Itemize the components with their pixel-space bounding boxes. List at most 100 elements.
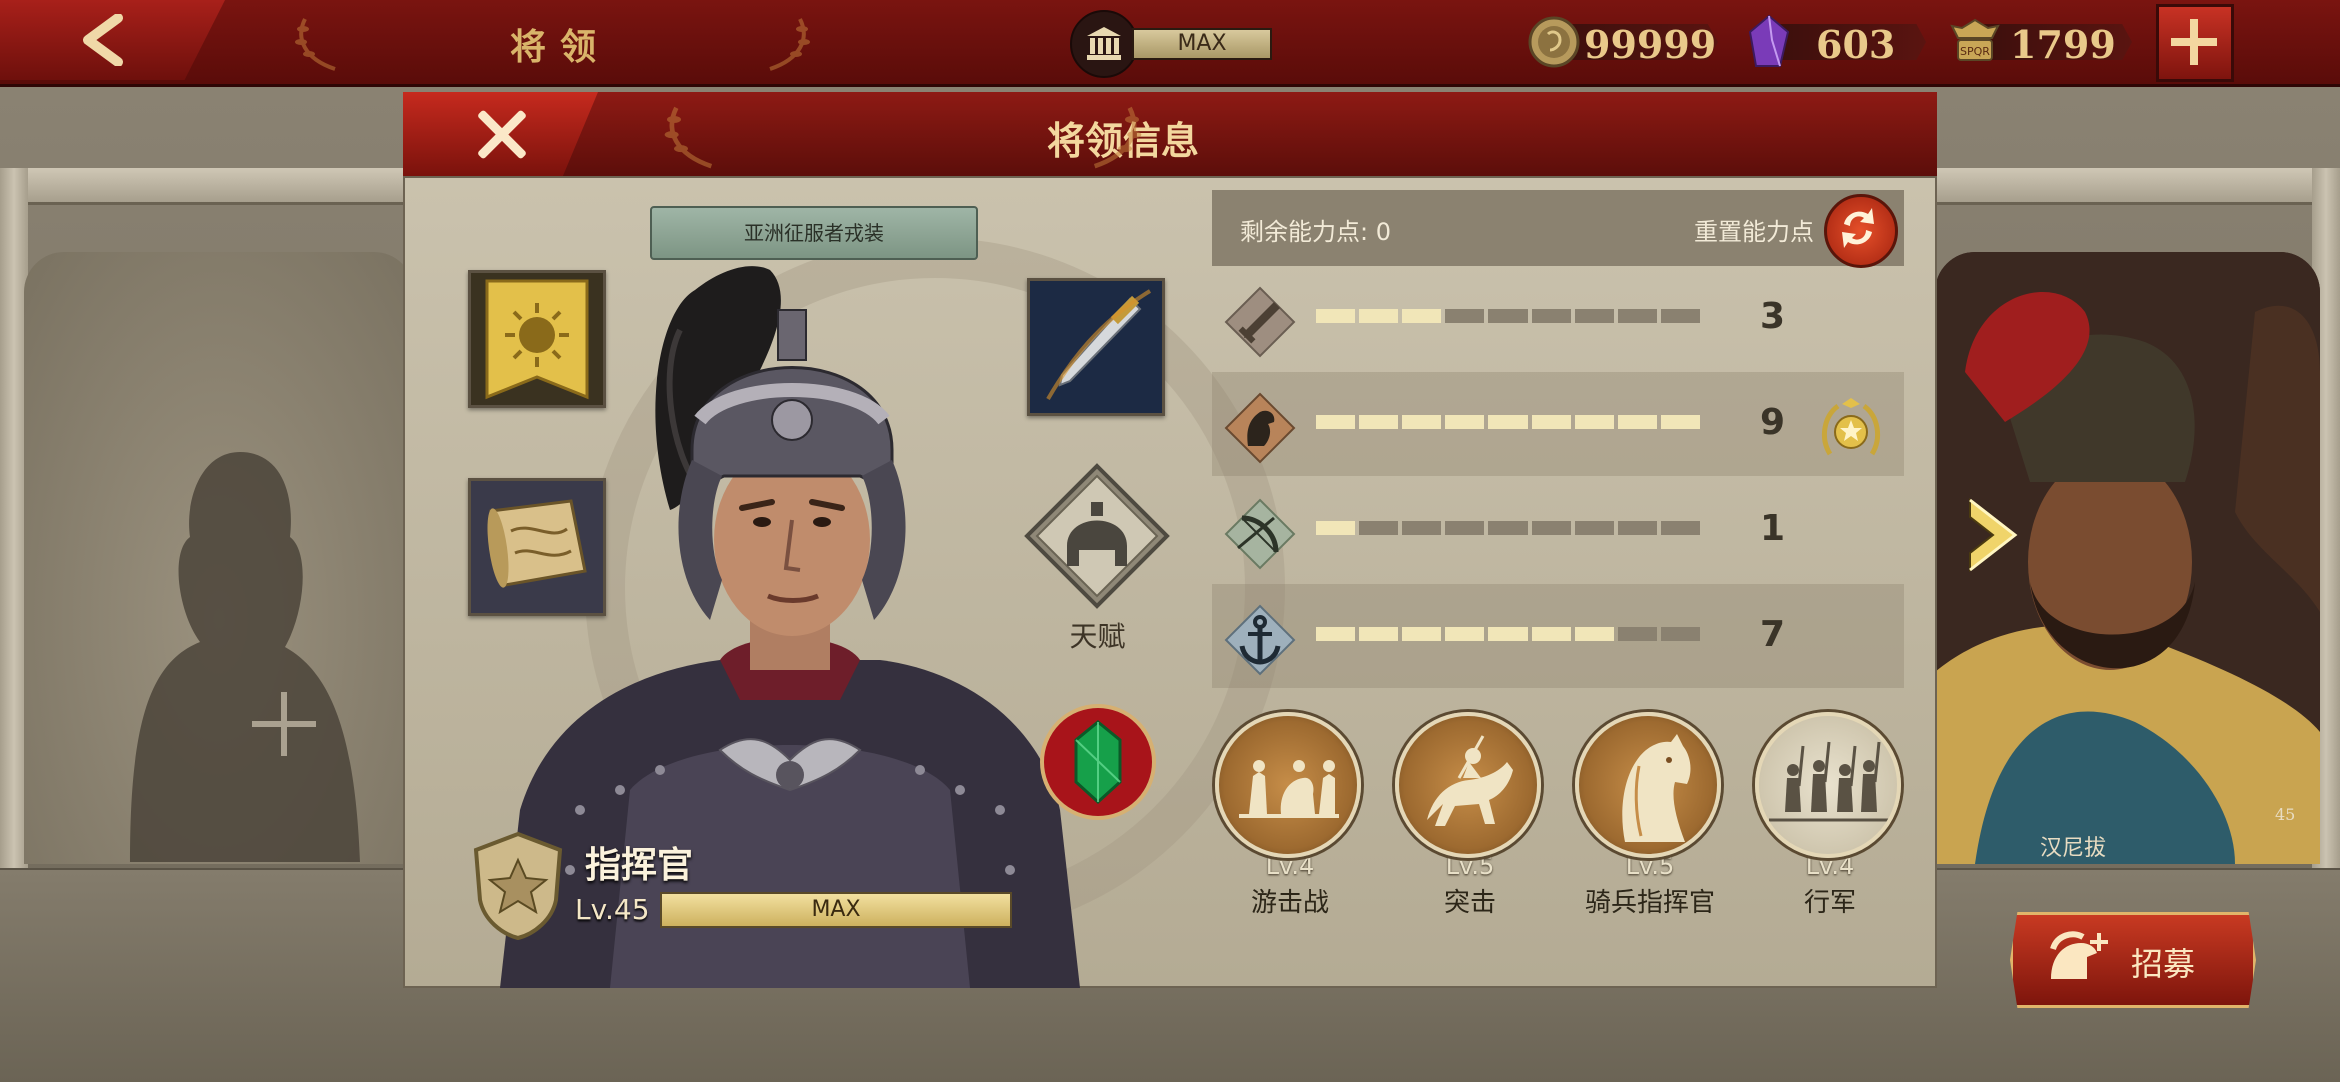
stat-value: 1 — [1760, 508, 1786, 549]
skill-name: 行军 — [1803, 888, 1856, 918]
skill-icon — [1755, 712, 1901, 858]
stat-segment — [1574, 627, 1614, 641]
skill-icon — [1575, 712, 1721, 858]
laurel-left-icon — [295, 18, 336, 71]
stat-segment — [1402, 415, 1442, 429]
right-hero-level: 45 — [2275, 805, 2296, 824]
skill-guerrilla[interactable]: Lv.4 游击战 — [1215, 712, 1365, 919]
stat-segment — [1445, 627, 1485, 641]
anchor-icon — [1224, 604, 1296, 676]
commander-level: Lv.45 — [575, 893, 650, 926]
stat-segment — [1359, 627, 1399, 641]
stat-segment — [1488, 521, 1528, 535]
gold-coin-icon — [1528, 16, 1580, 68]
laurel-right-icon — [1093, 106, 1142, 169]
general-card-hannibal[interactable]: 汉尼拔 45 — [1935, 252, 2320, 864]
purple-gem-icon — [1748, 14, 1790, 67]
rank-shield-icon — [473, 831, 563, 940]
silhouette-icon — [130, 452, 360, 862]
remaining-points-label: 剩余能力点: 0 — [1240, 218, 1391, 246]
stat-segment — [1574, 309, 1614, 323]
stat-segment — [1488, 627, 1528, 641]
stat-segment — [1445, 521, 1485, 535]
stat-segment — [1316, 627, 1356, 641]
ability-points-bar: 剩余能力点: 0 重置能力点 — [1212, 190, 1904, 268]
stat-segment — [1445, 415, 1485, 429]
svg-text:SPQR: SPQR — [1960, 45, 1990, 58]
horse-icon — [1224, 392, 1296, 464]
empty-general-slot[interactable] — [24, 252, 414, 864]
helmet-plus-icon — [2050, 931, 2108, 979]
treasury-icon-holder[interactable] — [1070, 10, 1138, 78]
gold-value: 99999 — [1584, 22, 1717, 67]
stat-segment — [1660, 415, 1700, 429]
spqr-resource[interactable]: SPQR 1799 — [1948, 14, 2132, 70]
stat-bar — [1316, 415, 1700, 429]
stat-row-archer: 1 — [1212, 478, 1904, 582]
stat-row-navy: 7 — [1212, 584, 1904, 688]
back-arrow-icon — [83, 14, 123, 66]
stat-segment — [1316, 309, 1356, 323]
add-general-icon[interactable] — [252, 692, 316, 756]
stat-bar — [1316, 627, 1700, 641]
stat-value: 3 — [1760, 296, 1786, 337]
next-arrow-icon[interactable] — [1965, 495, 2025, 575]
stat-segment — [1660, 521, 1700, 535]
close-button[interactable] — [403, 92, 598, 176]
spqr-eagle-icon: SPQR — [1950, 18, 2000, 61]
charging-rider-icon — [1427, 735, 1513, 826]
skill-icon — [1215, 712, 1361, 858]
gem-value: 603 — [1816, 22, 1896, 67]
bow-icon — [1224, 498, 1296, 570]
gem-resource[interactable]: 603 — [1746, 14, 1926, 70]
page-title: 将领 — [509, 26, 610, 68]
rank-name: 指挥官 — [585, 844, 694, 886]
stat-segment — [1359, 415, 1399, 429]
stat-segment — [1316, 521, 1356, 535]
skill-icon — [1395, 712, 1541, 858]
sword-icon — [1224, 286, 1296, 358]
skill-march[interactable]: Lv.4 行军 — [1755, 712, 1905, 919]
refresh-icon — [1842, 208, 1874, 248]
stat-value: 9 — [1760, 402, 1786, 443]
stat-segment — [1617, 309, 1657, 323]
stat-value: 7 — [1760, 614, 1786, 655]
laurel-left-icon — [664, 106, 713, 169]
stat-segment — [1316, 415, 1356, 429]
stat-segment — [1402, 627, 1442, 641]
stat-segment — [1531, 627, 1571, 641]
stat-segment — [1359, 309, 1399, 323]
stat-segment — [1531, 415, 1571, 429]
recruit-button[interactable]: 招募 — [2010, 912, 2256, 1008]
stat-segment — [1617, 627, 1657, 641]
gold-resource[interactable]: 99999 — [1528, 14, 1724, 70]
skill-charge[interactable]: Lv.5 突击 — [1395, 712, 1545, 919]
add-resource-button[interactable] — [2156, 4, 2234, 82]
stat-segment — [1660, 309, 1700, 323]
stat-segment — [1488, 415, 1528, 429]
skill-name: 游击战 — [1250, 888, 1329, 918]
stat-segment — [1617, 521, 1657, 535]
emerald-gem-button[interactable] — [1038, 702, 1158, 822]
spqr-value: 1799 — [2010, 22, 2116, 67]
stat-segment — [1574, 521, 1614, 535]
reset-points-label: 重置能力点 — [1694, 218, 1814, 246]
temple-icon — [1087, 27, 1121, 60]
laurel-right-icon — [769, 18, 810, 71]
stat-bar — [1316, 309, 1700, 323]
stat-segment — [1445, 309, 1485, 323]
stat-row-infantry: 3 — [1212, 266, 1904, 370]
stat-bar — [1316, 521, 1700, 535]
stat-segment — [1574, 415, 1614, 429]
reset-points-button[interactable] — [1824, 194, 1898, 268]
stat-segment — [1359, 521, 1399, 535]
stat-row-cavalry: 9 — [1212, 372, 1904, 476]
recruit-label: 招募 — [2131, 945, 2196, 983]
horse-head-icon — [1622, 734, 1691, 842]
stat-segment — [1402, 309, 1442, 323]
stat-segment — [1660, 627, 1700, 641]
back-button[interactable] — [0, 0, 225, 80]
skill-cavalry-commander[interactable]: Lv.5 骑兵指挥官 — [1575, 712, 1725, 919]
star-laurel-icon — [1821, 398, 1881, 456]
stat-segment — [1531, 521, 1571, 535]
